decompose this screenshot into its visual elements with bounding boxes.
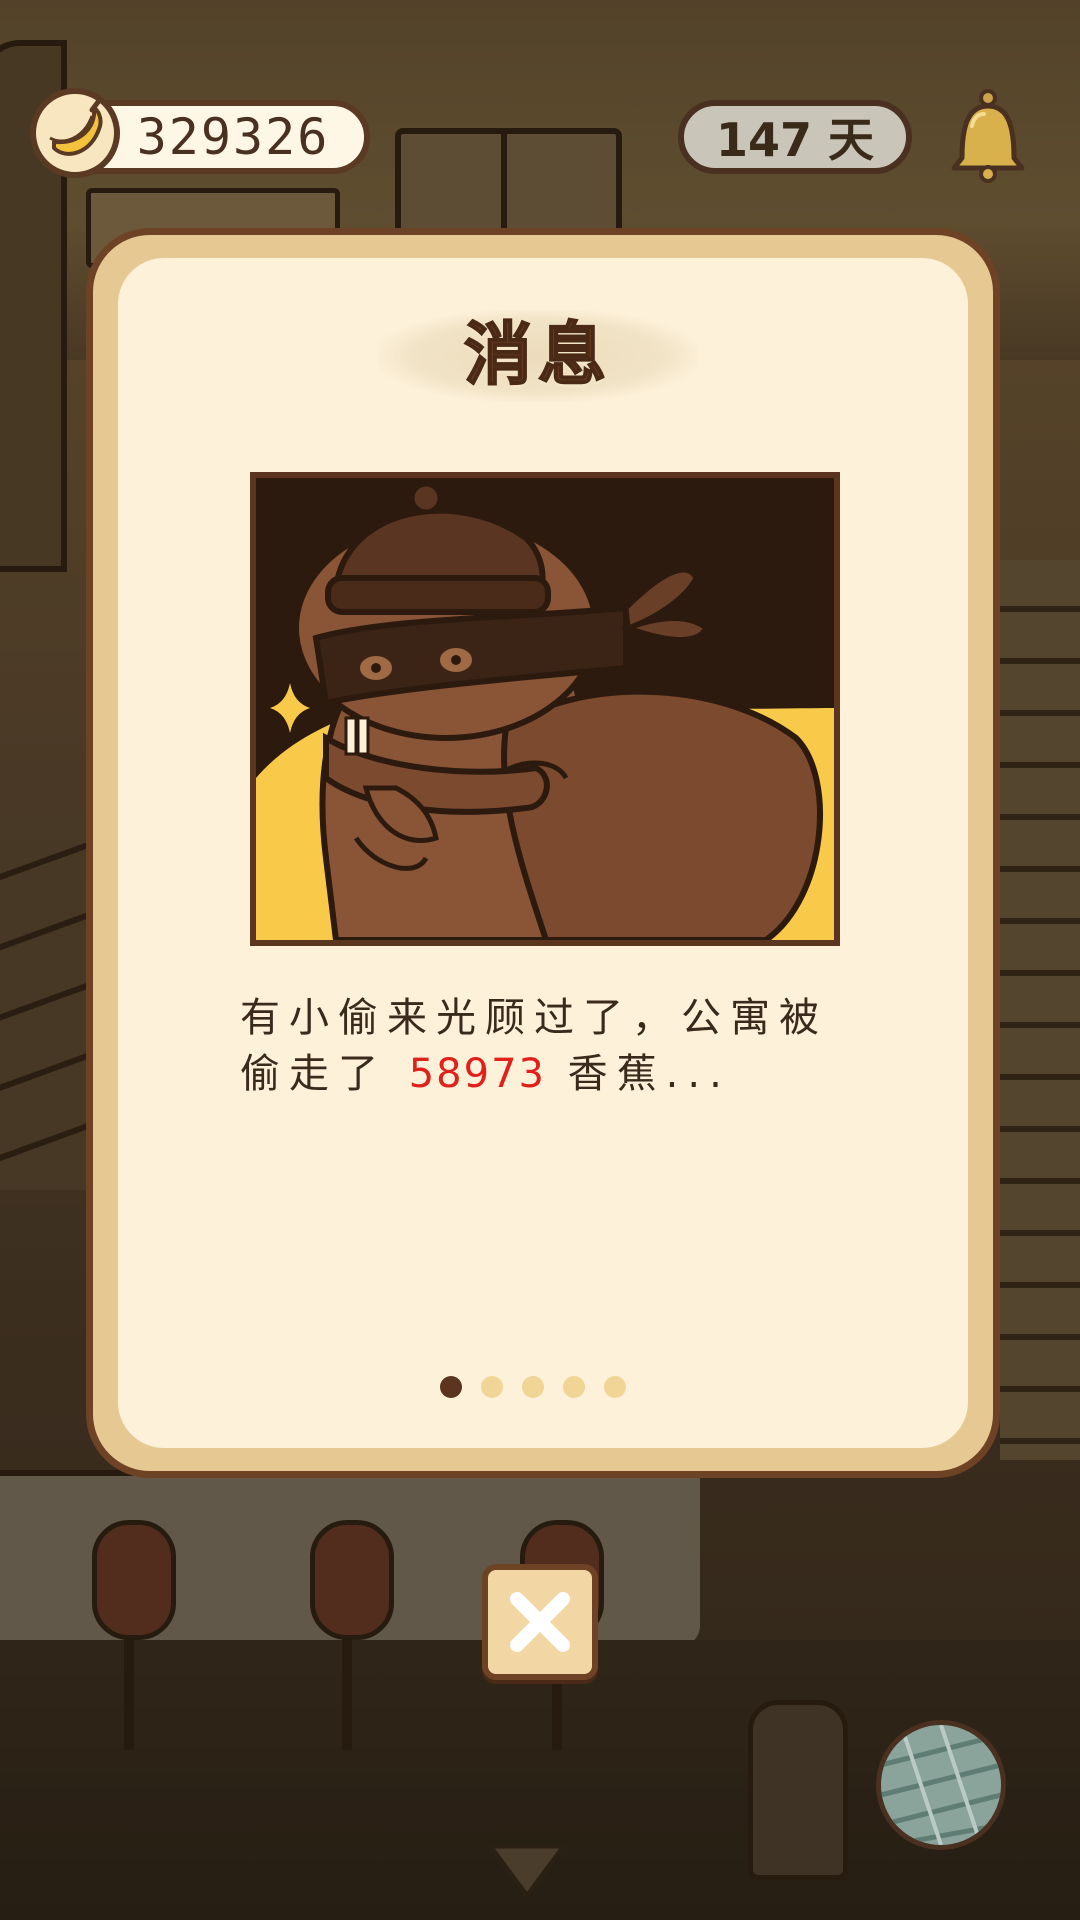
page-dot-1[interactable] (440, 1376, 462, 1398)
days-label: 147 天 (715, 113, 875, 167)
banana-count: 329326 (136, 108, 330, 166)
page-dot-2[interactable] (481, 1376, 503, 1398)
banana-icon (30, 88, 120, 178)
thief-with-sack-illustration (250, 472, 840, 946)
down-arrow-icon[interactable] (482, 1838, 572, 1904)
close-button[interactable] (482, 1564, 598, 1680)
dialog-message: 有小偷来光顾过了，公寓被偷走了 58973 香蕉... (240, 990, 850, 1102)
close-icon (510, 1592, 570, 1652)
pagination-dots (440, 1374, 640, 1400)
game-screen: 329326 147 天 消息 有小偷来光顾过了，公寓被偷走了 58973 香蕉… (0, 0, 1080, 1920)
page-dot-4[interactable] (563, 1376, 585, 1398)
stolen-amount: 58973 (408, 1051, 546, 1097)
bell-icon[interactable] (946, 86, 1030, 186)
message-suffix: 香蕉... (545, 1051, 731, 1097)
days-counter: 147 天 (678, 100, 912, 174)
dialog-title: 消息 (463, 315, 612, 396)
page-dot-3[interactable] (522, 1376, 544, 1398)
yarn-ball-icon[interactable] (876, 1720, 1006, 1850)
page-dot-5[interactable] (604, 1376, 626, 1398)
